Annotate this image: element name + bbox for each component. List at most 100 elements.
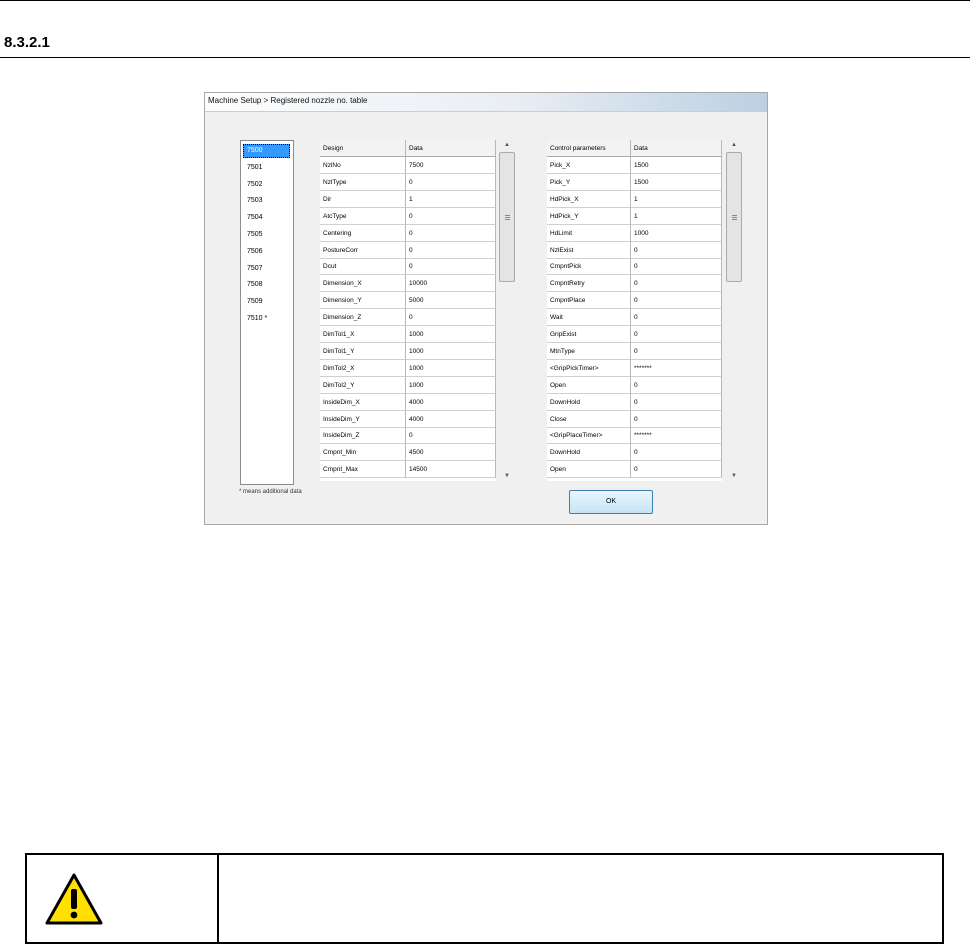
nozzle-list-item[interactable]: 7504 — [243, 211, 290, 225]
parameter-value-cell[interactable]: 1000 — [406, 326, 496, 343]
table-row[interactable]: InsideDim_Z 0 — [320, 427, 496, 445]
parameter-name-cell[interactable]: Close — [547, 410, 631, 428]
table-row[interactable]: DimTol1_Y 1000 — [320, 342, 496, 360]
table-row[interactable]: Cmpnt_Min 4500 — [320, 444, 496, 462]
scroll-down-icon[interactable]: ▼ — [498, 471, 516, 481]
table-row[interactable]: <GripPlaceTimer> ******* — [547, 427, 722, 445]
table-row[interactable]: Wait 0 — [547, 309, 722, 327]
table-row[interactable]: DimTol2_Y 1000 — [320, 376, 496, 394]
parameter-value-cell[interactable]: 1000 — [406, 376, 496, 394]
parameter-name-cell[interactable]: DimTol1_X — [320, 326, 406, 343]
nozzle-list-item[interactable]: 7505 — [243, 228, 290, 242]
parameter-name-cell[interactable]: HdPick_X — [547, 190, 631, 208]
parameter-value-cell[interactable]: ******* — [631, 427, 722, 445]
parameter-name-cell[interactable]: <GripPickTimer> — [547, 359, 631, 377]
table-row[interactable]: Dir 1 — [320, 190, 496, 208]
parameter-value-cell[interactable]: 4000 — [406, 410, 496, 428]
window-titlebar[interactable]: Machine Setup > Registered nozzle no. ta… — [205, 93, 767, 112]
parameter-value-cell[interactable]: 0 — [406, 173, 496, 191]
parameter-value-cell[interactable]: 0 — [631, 444, 722, 462]
parameter-name-cell[interactable]: Open — [547, 461, 631, 479]
parameter-value-cell[interactable]: 0 — [406, 427, 496, 445]
parameter-value-cell[interactable]: 0 — [631, 258, 722, 276]
table-row[interactable]: DimTol2_X 1000 — [320, 359, 496, 377]
table-row[interactable]: DownHold 0 — [547, 393, 722, 411]
parameter-value-cell[interactable]: 1 — [631, 190, 722, 208]
parameter-name-cell[interactable]: Pick_X — [547, 157, 631, 174]
parameter-name-cell[interactable]: InsideDim_Y — [320, 410, 406, 428]
table-row[interactable]: MtnType 0 — [547, 342, 722, 360]
parameter-name-cell[interactable]: HdLimit — [547, 224, 631, 242]
nozzle-list-item[interactable]: 7507 — [243, 262, 290, 276]
table-row[interactable]: <GripPickTimer> ******* — [547, 359, 722, 377]
parameter-name-cell[interactable]: InsideDim_Z — [320, 427, 406, 445]
table-row[interactable]: Dimension_X 10000 — [320, 275, 496, 293]
parameter-name-cell[interactable]: NzlNo — [320, 157, 406, 174]
parameter-name-cell[interactable]: DimTol2_Y — [320, 376, 406, 394]
table-row[interactable]: PostureCorr 0 — [320, 241, 496, 259]
parameter-value-cell[interactable]: 1500 — [631, 157, 722, 174]
table-row[interactable]: Cmpnt_Max 14500 — [320, 461, 496, 479]
parameter-value-cell[interactable]: 0 — [631, 241, 722, 259]
ok-button[interactable]: OK — [569, 490, 653, 514]
parameter-name-cell[interactable]: Wait — [547, 309, 631, 327]
table-row[interactable]: Pick_Y 1500 — [547, 173, 722, 191]
parameter-value-cell[interactable]: 4500 — [406, 444, 496, 462]
table-row[interactable]: InsideDim_X 4000 — [320, 393, 496, 411]
parameter-name-cell[interactable]: CmpntPick — [547, 258, 631, 276]
parameter-value-cell[interactable]: 14500 — [406, 461, 496, 479]
nozzle-list-item[interactable]: 7510 * — [243, 312, 290, 326]
parameter-name-cell[interactable]: DownHold — [547, 444, 631, 462]
parameter-value-cell[interactable]: 1 — [406, 190, 496, 208]
parameter-name-cell[interactable]: AtcType — [320, 207, 406, 225]
parameter-name-cell[interactable]: Cmpnt_Min — [320, 444, 406, 462]
nozzle-list-item[interactable]: 7506 — [243, 245, 290, 259]
parameter-name-cell[interactable]: InsideDim_X — [320, 393, 406, 411]
parameter-name-cell[interactable]: DimTol1_Y — [320, 342, 406, 360]
parameter-value-cell[interactable]: 0 — [631, 461, 722, 479]
parameter-value-cell[interactable]: 0 — [631, 292, 722, 310]
parameter-value-cell[interactable]: 0 — [631, 393, 722, 411]
parameter-name-cell[interactable]: Dimension_Y — [320, 292, 406, 310]
parameter-value-cell[interactable]: 0 — [631, 342, 722, 360]
parameter-value-cell[interactable]: 0 — [406, 207, 496, 225]
parameter-value-cell[interactable]: 1000 — [631, 224, 722, 242]
parameter-value-cell[interactable]: 0 — [406, 241, 496, 259]
parameter-name-cell[interactable]: Dir — [320, 190, 406, 208]
table-row[interactable]: NzlType 0 — [320, 173, 496, 191]
parameter-value-cell[interactable]: 0 — [631, 309, 722, 327]
table-row[interactable]: AtcType 0 — [320, 207, 496, 225]
control-table-scrollbar[interactable]: ▲ ▼ — [725, 140, 743, 481]
parameter-name-cell[interactable]: Cmpnt_Max — [320, 461, 406, 479]
table-row[interactable]: HdPick_X 1 — [547, 190, 722, 208]
table-row[interactable]: NzlNo 7500 — [320, 157, 496, 174]
parameter-value-cell[interactable]: 4000 — [406, 393, 496, 411]
parameter-value-cell[interactable]: 1000 — [406, 342, 496, 360]
parameter-value-cell[interactable]: 0 — [631, 376, 722, 394]
scroll-thumb[interactable] — [726, 152, 742, 282]
parameter-name-cell[interactable]: Dcut — [320, 258, 406, 276]
table-row[interactable]: Open 0 — [547, 461, 722, 479]
parameter-value-cell[interactable]: 0 — [631, 326, 722, 343]
parameter-name-cell[interactable]: MtnType — [547, 342, 631, 360]
scroll-up-icon[interactable]: ▲ — [498, 140, 516, 150]
parameter-name-cell[interactable]: Open — [547, 376, 631, 394]
parameter-name-cell[interactable]: NzlExist — [547, 241, 631, 259]
nozzle-number-list[interactable]: 7500 7501 7502 7503 7504 7505 7506 7507 7508 7509… — [240, 140, 294, 485]
parameter-value-cell[interactable]: 1 — [631, 207, 722, 225]
parameter-name-cell[interactable]: <GripPlaceTimer> — [547, 427, 631, 445]
table-row[interactable]: NzlExist 0 — [547, 241, 722, 259]
parameter-name-cell[interactable]: Centering — [320, 224, 406, 242]
parameter-value-cell[interactable]: 0 — [406, 224, 496, 242]
nozzle-list-item[interactable]: 7509 — [243, 295, 290, 309]
parameter-name-cell[interactable]: Dimension_Z — [320, 309, 406, 327]
table-row[interactable]: HdPick_Y 1 — [547, 207, 722, 225]
parameter-value-cell[interactable]: 0 — [406, 258, 496, 276]
table-row[interactable]: DimTol1_X 1000 — [320, 326, 496, 343]
table-row[interactable]: CmpntPick 0 — [547, 258, 722, 276]
nozzle-list-item[interactable]: 7501 — [243, 161, 290, 175]
parameter-value-cell[interactable]: ******* — [631, 359, 722, 377]
parameter-value-cell[interactable]: 10000 — [406, 275, 496, 293]
table-row[interactable]: DownHold 0 — [547, 444, 722, 462]
design-table-scrollbar[interactable]: ▲ ▼ — [498, 140, 516, 481]
